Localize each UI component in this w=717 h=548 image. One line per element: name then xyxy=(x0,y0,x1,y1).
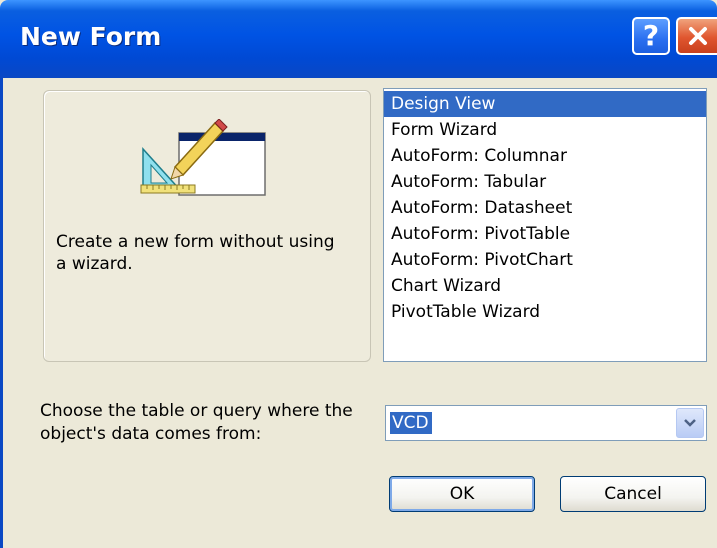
title-bar[interactable]: New Form ? xyxy=(0,0,717,78)
ok-button[interactable]: OK xyxy=(389,476,535,512)
close-button[interactable] xyxy=(676,17,717,55)
preview-description: Create a new form without using a wizard… xyxy=(56,232,335,274)
list-item-pivottable-wizard[interactable]: PivotTable Wizard xyxy=(384,299,706,325)
list-item-form-wizard[interactable]: Form Wizard xyxy=(384,117,706,143)
source-combobox-value[interactable]: VCD xyxy=(390,412,432,434)
list-item-chart-wizard[interactable]: Chart Wizard xyxy=(384,273,706,299)
design-view-icon xyxy=(140,119,266,196)
source-combobox[interactable]: VCD xyxy=(385,405,707,441)
form-type-listbox[interactable]: Design View Form Wizard AutoForm: Column… xyxy=(383,88,707,362)
cancel-button[interactable]: Cancel xyxy=(560,476,706,512)
list-item-autoform-pivotchart[interactable]: AutoForm: PivotChart xyxy=(384,247,706,273)
list-item-autoform-columnar[interactable]: AutoForm: Columnar xyxy=(384,143,706,169)
combobox-dropdown-button[interactable] xyxy=(676,408,704,438)
chevron-down-icon xyxy=(684,419,696,427)
preview-panel: Create a new form without using a wizard… xyxy=(43,90,371,362)
help-button[interactable]: ? xyxy=(632,17,670,55)
list-item-design-view[interactable]: Design View xyxy=(384,91,706,117)
list-item-autoform-tabular[interactable]: AutoForm: Tabular xyxy=(384,169,706,195)
help-icon: ? xyxy=(642,19,660,52)
source-label: Choose the table or query where the obje… xyxy=(40,401,353,444)
close-icon xyxy=(688,27,707,45)
window-title: New Form xyxy=(20,22,162,51)
list-item-autoform-pivottable[interactable]: AutoForm: PivotTable xyxy=(384,221,706,247)
list-item-autoform-datasheet[interactable]: AutoForm: Datasheet xyxy=(384,195,706,221)
dialog-client-area: Create a new form without using a wizard… xyxy=(0,78,717,548)
